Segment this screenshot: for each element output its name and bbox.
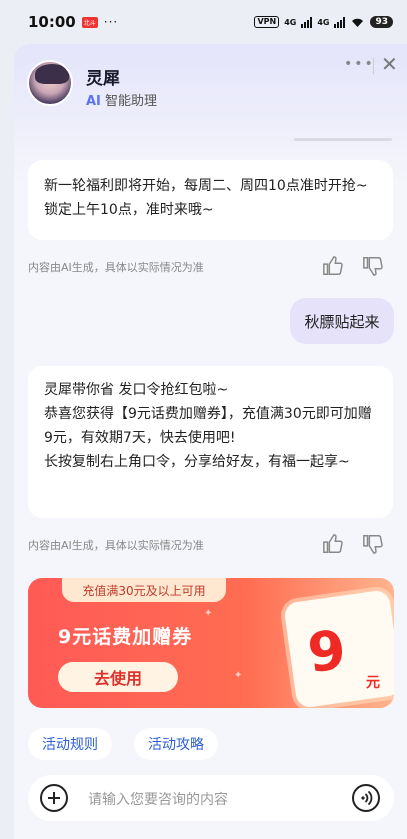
sparkle-icon: ✦ — [204, 608, 213, 619]
wifi-icon — [352, 18, 364, 27]
assistant-panel: 灵犀 AI 智能助理 ••• ✕ 新一轮福利即将开始，每周二、周四10点准时开抢… — [14, 44, 407, 839]
assistant-name: 灵犀 — [86, 69, 120, 89]
thumbs-up-icon[interactable] — [322, 255, 344, 277]
coupon-unit: 元 — [366, 675, 380, 691]
coupon-card[interactable]: 充值满30元及以上可用 ✦ ✦ 9元话费加赠券 去使用 9 元 — [28, 578, 394, 708]
ai-disclaimer-2: 内容由AI生成，具体以实际情况为准 — [28, 539, 204, 552]
voice-icon[interactable] — [352, 784, 380, 812]
coupon-amount: 9 — [304, 618, 349, 685]
vpn-icon: VPN — [254, 16, 280, 28]
assistant-role: 智能助理 — [105, 94, 158, 109]
bot-message-2-line: 恭喜您获得【9元话费加赠券】，充值满30元即可加赠9元，有效期7天，快去使用吧! — [44, 406, 372, 446]
bot-message-1: 新一轮福利即将开始，每周二、周四10点准时开抢~锁定上午10点，准时来哦~ — [28, 160, 393, 240]
signal-icon — [301, 16, 313, 28]
previous-message-edge — [294, 138, 392, 141]
battery-icon: 93 — [370, 16, 393, 28]
plus-icon[interactable] — [40, 784, 68, 812]
more-icon[interactable]: ••• — [344, 56, 375, 72]
user-message-1: 秋膘贴起来 — [290, 298, 394, 344]
signal-icon-2 — [334, 16, 346, 28]
thumbs-down-icon[interactable] — [362, 255, 384, 277]
network-label-2: 4G — [317, 17, 330, 27]
avatar — [27, 60, 73, 106]
user-message-1-text: 秋膘贴起来 — [304, 312, 380, 331]
coupon-condition-tag: 充值满30元及以上可用 — [62, 578, 226, 602]
status-badge: 北斗 — [81, 16, 98, 28]
status-time: 10:00 — [28, 13, 76, 31]
divider — [373, 58, 374, 74]
message-input-placeholder[interactable]: 请输入您要咨询的内容 — [88, 789, 228, 809]
status-dots: ··· — [103, 15, 119, 29]
thumbs-down-icon[interactable] — [362, 533, 384, 555]
status-bar: 10:00 北斗 ··· VPN 4G 4G 93 — [0, 0, 407, 44]
bot-message-2: 灵犀带你省 发口令抢红包啦~ 恭喜您获得【9元话费加赠券】，充值满30元即可加赠… — [28, 366, 393, 518]
network-label-1: 4G — [284, 17, 297, 27]
bot-message-1-text: 新一轮福利即将开始，每周二、周四10点准时开抢~锁定上午10点，准时来哦~ — [44, 178, 368, 218]
activity-rules-chip[interactable]: 活动规则 — [28, 728, 112, 760]
bot-message-2-line: 灵犀带你省 发口令抢红包啦~ — [44, 382, 229, 398]
use-coupon-button[interactable]: 去使用 — [58, 662, 178, 692]
ai-disclaimer-1: 内容由AI生成，具体以实际情况为准 — [28, 261, 204, 274]
ai-label: AI — [86, 94, 101, 109]
bot-message-2-line: 长按复制右上角口令，分享给好友，有福一起享~ — [44, 454, 350, 470]
sparkle-icon: ✦ — [234, 670, 243, 681]
thumbs-up-icon[interactable] — [322, 533, 344, 555]
close-icon[interactable]: ✕ — [381, 52, 398, 76]
message-input-bar[interactable]: 请输入您要咨询的内容 — [28, 775, 394, 821]
assistant-subtitle: AI 智能助理 — [86, 90, 157, 109]
assistant-header: 灵犀 AI 智能助理 ••• ✕ — [14, 44, 407, 128]
coupon-title: 9元话费加赠券 — [58, 626, 193, 648]
activity-guide-chip[interactable]: 活动攻略 — [134, 728, 218, 760]
